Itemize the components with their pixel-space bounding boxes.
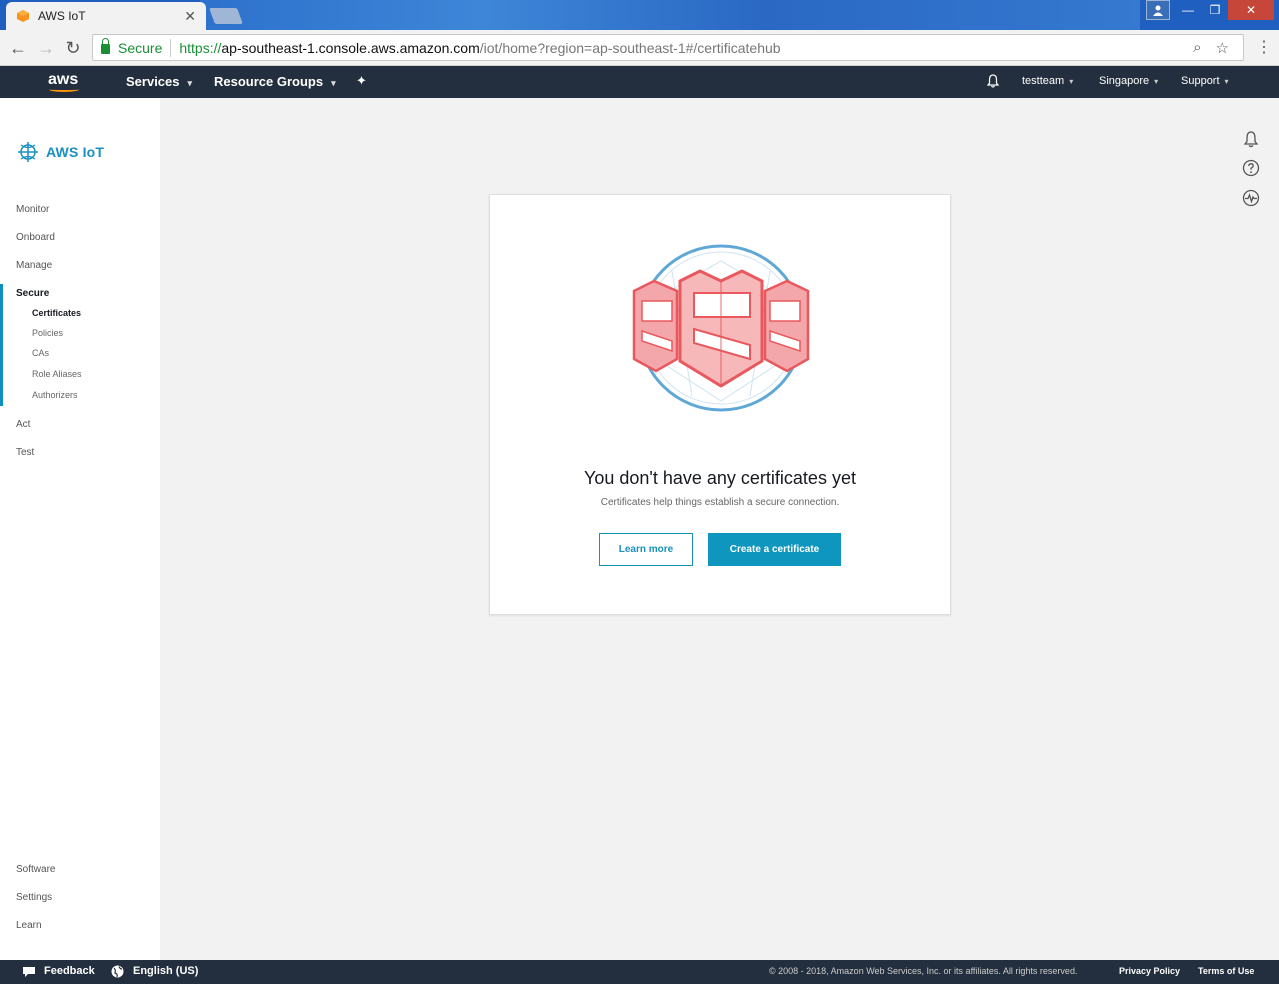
notification-bell-icon[interactable] — [987, 74, 999, 88]
sidebar-subitem-policies[interactable]: Policies — [32, 328, 63, 338]
sidebar-item-software[interactable]: Software — [16, 864, 55, 875]
sidebar-item-monitor[interactable]: Monitor — [16, 204, 49, 215]
bookmark-star-icon[interactable]: ☆ — [1216, 39, 1229, 57]
sidebar-item-onboard[interactable]: Onboard — [16, 232, 55, 243]
minimize-button[interactable]: — — [1174, 0, 1202, 20]
empty-state-title: You don't have any certificates yet — [584, 468, 856, 488]
services-menu[interactable]: Services ▾ — [126, 74, 192, 89]
help-icon[interactable] — [1242, 159, 1260, 177]
brand-title: AWS IoT — [46, 144, 105, 160]
resource-groups-label: Resource Groups — [214, 74, 324, 89]
account-menu[interactable]: testteam ▾ — [1022, 75, 1073, 87]
sidebar: AWS IoT Monitor Onboard Manage Secure Ce… — [0, 98, 160, 960]
services-label: Services — [126, 74, 180, 89]
chevron-down-icon: ▾ — [187, 78, 193, 88]
pin-icon[interactable]: ✦ — [356, 73, 367, 89]
url-host: ap-southeast-1.console.aws.amazon.com — [221, 39, 480, 56]
maximize-button[interactable]: ❐ — [1202, 0, 1228, 20]
browser-titlebar: AWS IoT ✕ — ❐ ✕ — [0, 0, 1279, 30]
sidebar-item-test[interactable]: Test — [16, 447, 34, 458]
empty-state-card: You don't have any certificates yet Cert… — [489, 194, 951, 615]
url-scheme: https:// — [179, 39, 222, 56]
region-label: Singapore — [1099, 75, 1150, 87]
learn-more-button[interactable]: Learn more — [599, 533, 693, 566]
address-bar[interactable]: Secure https://ap-southeast-1.console.aw… — [92, 34, 1244, 61]
feedback-speech-icon — [23, 967, 35, 977]
chevron-down-icon: ▾ — [1069, 77, 1074, 86]
privacy-policy-link[interactable]: Privacy Policy — [1119, 966, 1180, 976]
certificate-shields-illustration — [632, 244, 810, 412]
chevron-down-icon: ▾ — [1224, 77, 1229, 86]
notifications-icon[interactable] — [1242, 130, 1260, 148]
activity-icon[interactable] — [1242, 189, 1260, 207]
create-certificate-button[interactable]: Create a certificate — [708, 533, 841, 566]
secure-label: Secure — [118, 39, 163, 56]
tab-close-icon[interactable]: ✕ — [184, 8, 196, 25]
region-menu[interactable]: Singapore ▾ — [1099, 75, 1158, 87]
sidebar-item-settings[interactable]: Settings — [16, 892, 52, 903]
support-menu[interactable]: Support ▾ — [1181, 75, 1229, 87]
sidebar-subitem-authorizers[interactable]: Authorizers — [32, 390, 78, 400]
resource-groups-menu[interactable]: Resource Groups ▾ — [214, 74, 336, 89]
url-text[interactable]: https://ap-southeast-1.console.aws.amazo… — [179, 40, 1193, 56]
language-selector[interactable]: English (US) — [133, 965, 198, 977]
copyright-text: © 2008 - 2018, Amazon Web Services, Inc.… — [769, 966, 1078, 976]
terms-of-use-link[interactable]: Terms of Use — [1198, 966, 1254, 976]
omnibox-divider — [170, 38, 172, 57]
globe-icon — [111, 965, 124, 978]
user-profile-icon[interactable] — [1146, 0, 1170, 20]
lock-icon — [101, 38, 110, 54]
sidebar-item-learn[interactable]: Learn — [16, 920, 42, 931]
back-button[interactable]: ← — [8, 38, 28, 58]
aws-iot-logo-icon — [18, 142, 38, 162]
sidebar-item-secure[interactable]: Secure — [16, 288, 49, 299]
sidebar-item-manage[interactable]: Manage — [16, 260, 52, 271]
forward-button[interactable]: → — [36, 38, 56, 58]
chevron-down-icon: ▾ — [331, 78, 336, 88]
active-section-indicator — [0, 284, 3, 406]
sidebar-subitem-cas[interactable]: CAs — [32, 348, 49, 358]
account-label: testteam — [1022, 75, 1065, 87]
aws-top-nav: aws Services ▾ Resource Groups ▾ ✦ testtea… — [0, 66, 1279, 98]
sidebar-subitem-certificates[interactable]: Certificates — [32, 308, 81, 318]
aws-iot-brand[interactable]: AWS IoT — [16, 140, 104, 164]
zoom-icon[interactable]: ⌕ — [1193, 39, 1201, 56]
main-content: You don't have any certificates yet Cert… — [160, 98, 1279, 960]
window-close-button[interactable]: ✕ — [1228, 0, 1274, 20]
browser-tab-aws-iot[interactable]: AWS IoT ✕ — [6, 2, 206, 30]
aws-smile-icon — [49, 87, 79, 92]
new-tab-button[interactable] — [209, 8, 243, 24]
sidebar-item-act[interactable]: Act — [16, 419, 30, 430]
console-footer: Feedback English (US) © 2008 - 2018, Ama… — [0, 960, 1279, 984]
support-label: Support — [1181, 75, 1220, 87]
chevron-down-icon: ▾ — [1154, 77, 1159, 86]
reload-button[interactable]: ↻ — [63, 38, 83, 58]
browser-toolbar: ← → ↻ Secure https://ap-southeast-1.cons… — [0, 30, 1279, 66]
tab-title: AWS IoT — [38, 9, 86, 23]
taskbar-background — [200, 0, 1140, 30]
aws-cube-icon — [17, 10, 29, 22]
url-path: /iot/home?region=ap-southeast-1#/certifi… — [479, 39, 781, 56]
empty-state-subtitle: Certificates help things establish a sec… — [600, 497, 840, 508]
feedback-link[interactable]: Feedback — [44, 965, 95, 977]
browser-menu-icon[interactable]: ⋮ — [1256, 38, 1272, 58]
sidebar-subitem-role-aliases[interactable]: Role Aliases — [32, 369, 82, 379]
